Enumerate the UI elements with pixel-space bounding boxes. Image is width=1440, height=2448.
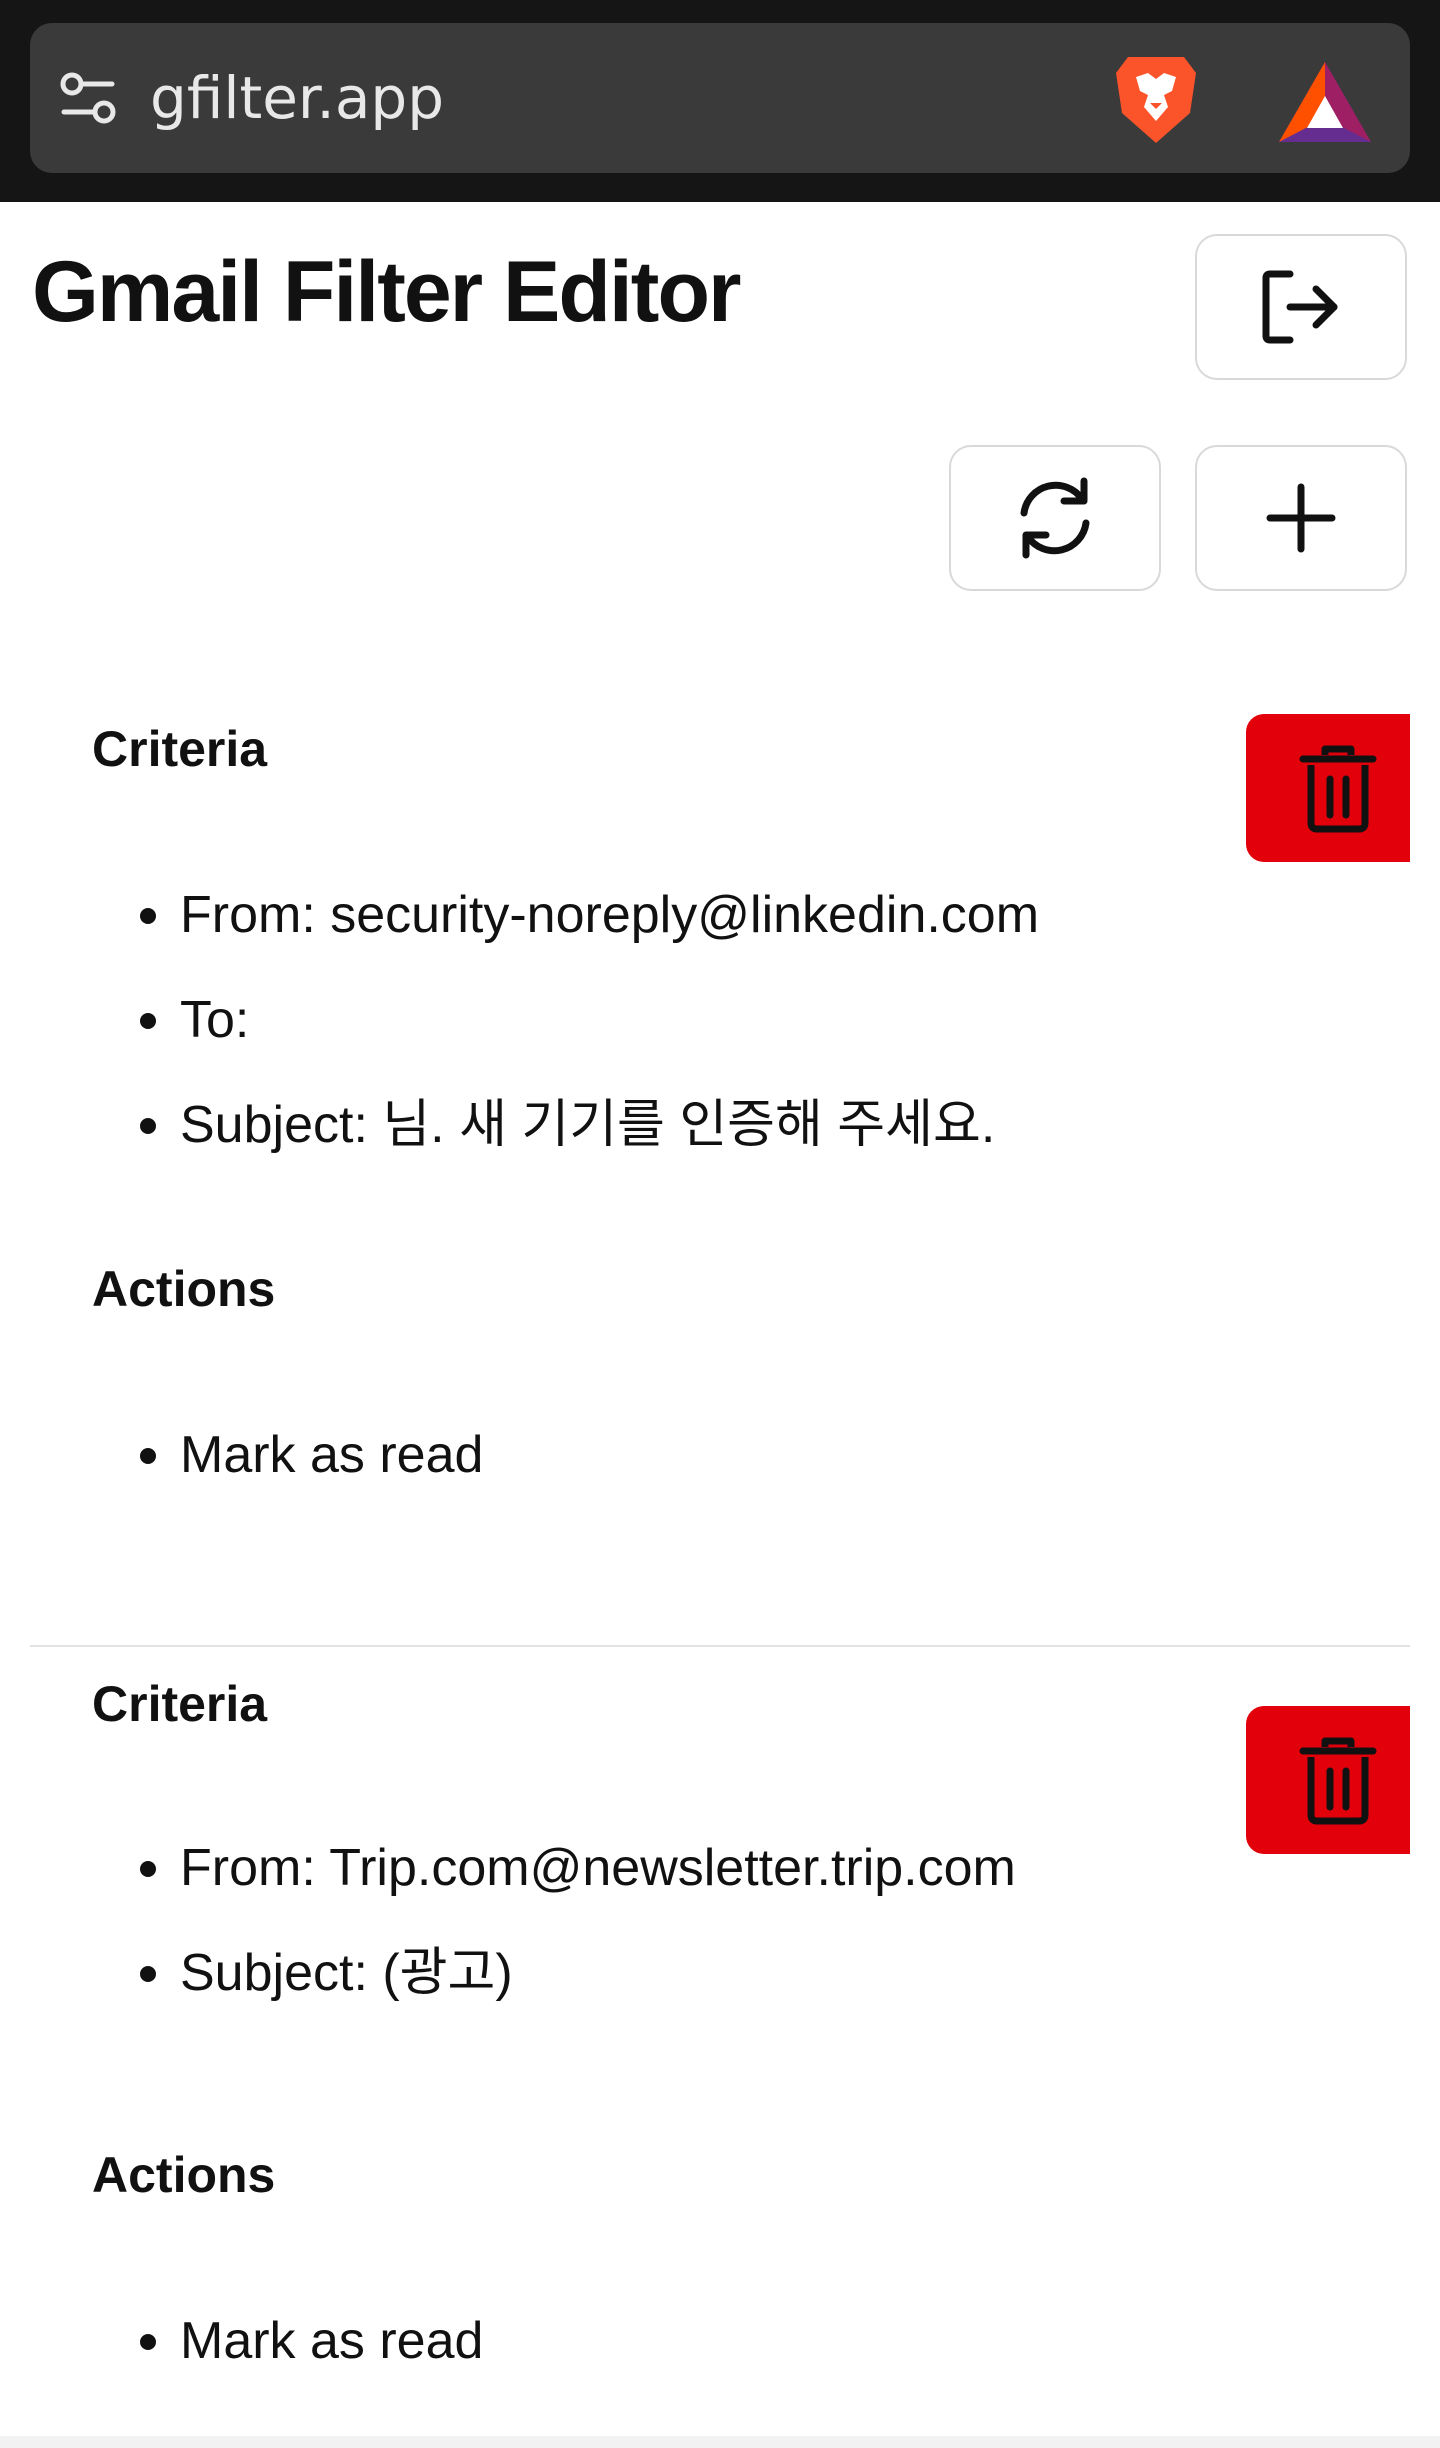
bullet bbox=[140, 908, 156, 924]
trash-icon bbox=[1299, 745, 1377, 833]
list-item: To: bbox=[0, 968, 1039, 1073]
action-mark-read: Mark as read bbox=[180, 1426, 484, 1484]
actions-heading: Actions bbox=[92, 1261, 276, 1317]
criteria-heading: Criteria bbox=[92, 1676, 268, 1732]
trash-icon bbox=[1299, 1737, 1377, 1825]
list-item: From: security-noreply@linkedin.com bbox=[0, 863, 1039, 968]
page-title: Gmail Filter Editor bbox=[32, 244, 741, 340]
criteria-subject: Subject: 님. 새 기기를 인증해 주세요. bbox=[180, 1096, 996, 1154]
bullet bbox=[140, 1861, 156, 1877]
list-item: Mark as read bbox=[0, 2289, 483, 2394]
bullet bbox=[140, 2334, 156, 2350]
bottom-edge bbox=[0, 2436, 1440, 2448]
refresh-icon bbox=[1020, 477, 1090, 559]
action-mark-read: Mark as read bbox=[180, 2312, 484, 2370]
criteria-from: From: Trip.com@newsletter.trip.com bbox=[180, 1839, 1016, 1897]
add-filter-button[interactable] bbox=[1195, 445, 1407, 591]
actions-list: Mark as read bbox=[0, 2289, 483, 2394]
list-item: Subject: (광고) bbox=[0, 1921, 1016, 2026]
plus-icon bbox=[1266, 483, 1336, 553]
url-text[interactable]: gfilter.app bbox=[150, 23, 444, 173]
bat-rewards-icon[interactable] bbox=[1275, 58, 1375, 146]
delete-filter-button[interactable] bbox=[1246, 714, 1410, 862]
actions-heading: Actions bbox=[92, 2147, 276, 2203]
bullet bbox=[140, 1118, 156, 1134]
criteria-heading: Criteria bbox=[92, 721, 268, 777]
actions-list: Mark as read bbox=[0, 1403, 483, 1508]
criteria-list: From: security-noreply@linkedin.com To: … bbox=[0, 863, 1039, 1178]
bullet bbox=[140, 1448, 156, 1464]
criteria-from: From: security-noreply@linkedin.com bbox=[180, 886, 1040, 944]
filter-card: Criteria From: security-noreply@linkedin… bbox=[0, 690, 1440, 1645]
logout-icon bbox=[1262, 270, 1338, 344]
bullet bbox=[140, 1966, 156, 1982]
criteria-subject: Subject: (광고) bbox=[180, 1944, 513, 2002]
brave-lion-icon[interactable] bbox=[1110, 51, 1202, 147]
tune-icon[interactable] bbox=[58, 68, 118, 128]
browser-toolbar: gfilter.app bbox=[0, 0, 1440, 202]
refresh-button[interactable] bbox=[949, 445, 1161, 591]
filter-card: Criteria From: Trip.com@newsletter.trip.… bbox=[0, 1646, 1440, 2448]
list-item: Mark as read bbox=[0, 1403, 483, 1508]
delete-filter-button[interactable] bbox=[1246, 1706, 1410, 1854]
bullet bbox=[140, 1013, 156, 1029]
criteria-list: From: Trip.com@newsletter.trip.com Subje… bbox=[0, 1816, 1016, 2026]
address-bar[interactable]: gfilter.app bbox=[30, 23, 1410, 173]
criteria-to: To: bbox=[180, 991, 250, 1049]
list-item: From: Trip.com@newsletter.trip.com bbox=[0, 1816, 1016, 1921]
list-item: Subject: 님. 새 기기를 인증해 주세요. bbox=[0, 1073, 1039, 1178]
logout-button[interactable] bbox=[1195, 234, 1407, 380]
